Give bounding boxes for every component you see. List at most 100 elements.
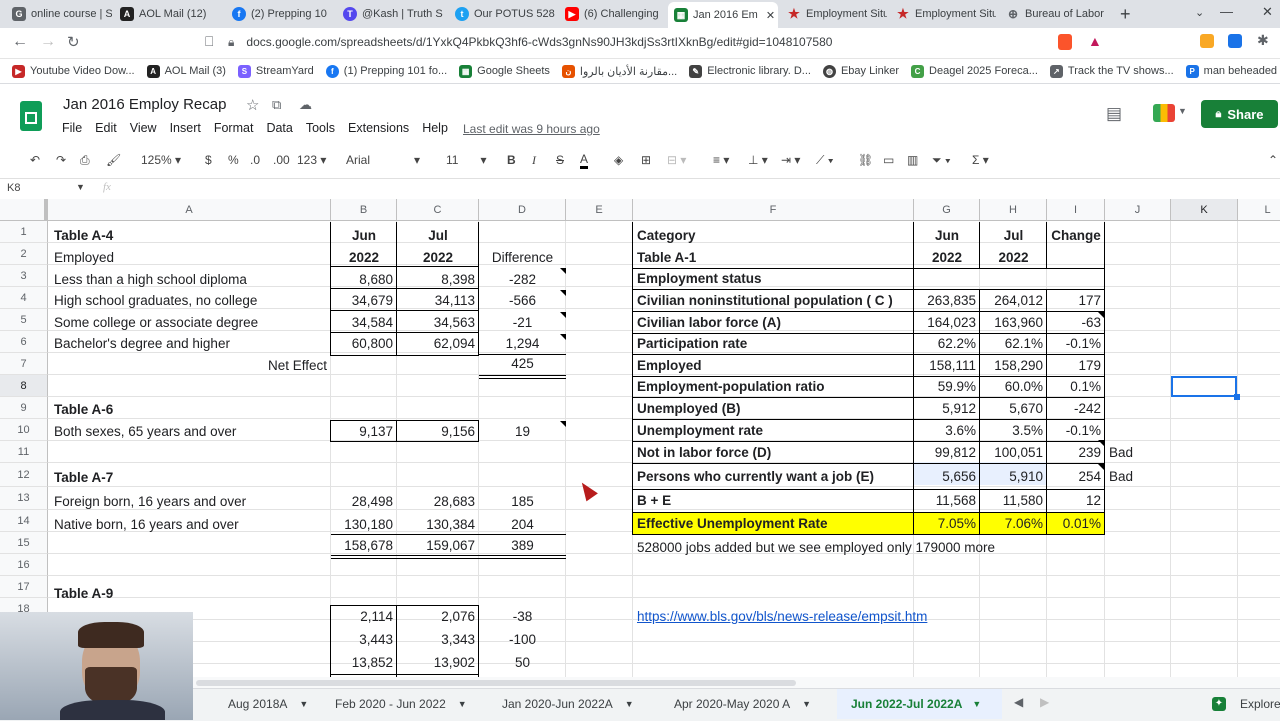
column-header-e[interactable]: E bbox=[566, 199, 633, 221]
browser-tab[interactable]: ★ Employment Situ bbox=[896, 3, 996, 25]
row-header[interactable]: 13 bbox=[0, 487, 48, 510]
extension-icon[interactable] bbox=[1200, 34, 1214, 48]
column-header-g[interactable]: G bbox=[914, 199, 980, 221]
browser-tab[interactable]: A AOL Mail (12) bbox=[120, 3, 220, 25]
row-header[interactable]: 1 bbox=[0, 221, 48, 243]
browser-tab[interactable]: ★ Employment Situ bbox=[787, 3, 887, 25]
close-icon[interactable]: ✕ bbox=[766, 9, 775, 22]
window-close-icon[interactable]: ✕ bbox=[1262, 4, 1273, 20]
menu-format[interactable]: Format bbox=[214, 121, 254, 135]
font-size-select[interactable]: 11 ▾ bbox=[446, 153, 487, 167]
bookmark-item[interactable]: A AOL Mail (3) bbox=[146, 64, 226, 78]
filter-icon[interactable]: ⏷ ▾ bbox=[932, 153, 951, 168]
bookmark-item[interactable]: ▦ Google Sheets bbox=[459, 64, 550, 78]
column-header-f[interactable]: F bbox=[633, 199, 914, 221]
column-header-l[interactable]: L bbox=[1238, 199, 1280, 221]
bookmark-item[interactable]: f (1) Prepping 101 fo... bbox=[325, 64, 447, 78]
browser-tab[interactable]: t Our POTUS 528 bbox=[455, 3, 555, 25]
address-bar[interactable]: 🔒︎ docs.google.com/spreadsheets/d/1YxkQ4… bbox=[228, 31, 1228, 53]
forward-icon[interactable]: → bbox=[40, 33, 56, 51]
reload-icon[interactable]: ↻ bbox=[67, 33, 80, 51]
text-color-icon[interactable]: A bbox=[580, 152, 589, 169]
bookmark-item[interactable]: Pman beheaded - P bbox=[1185, 64, 1280, 78]
row-header[interactable]: 3 bbox=[0, 265, 48, 287]
chevron-down-icon[interactable]: ▼ bbox=[458, 699, 467, 709]
redo-icon[interactable]: ↷ bbox=[56, 153, 66, 167]
column-header-d[interactable]: D bbox=[479, 199, 566, 221]
font-select[interactable]: Arial ▾ bbox=[346, 153, 420, 167]
fill-color-icon[interactable]: ◈ bbox=[614, 153, 623, 167]
horizontal-align-icon[interactable]: ≡ ▾ bbox=[713, 153, 729, 167]
document-title[interactable]: Jan 2016 Employ Recap bbox=[63, 96, 226, 113]
chevron-down-icon[interactable]: ▼ bbox=[299, 699, 308, 709]
bookmark-item[interactable]: ◍ Ebay Linker bbox=[822, 64, 899, 78]
sheets-logo-icon[interactable] bbox=[20, 101, 42, 131]
browser-tab[interactable]: ⊕ Bureau of Labor bbox=[1006, 3, 1106, 25]
back-icon[interactable]: ← bbox=[12, 33, 28, 51]
tab-search-icon[interactable]: ⌄ bbox=[1195, 6, 1204, 19]
zoom-select[interactable]: 125% ▾ bbox=[141, 153, 181, 167]
column-header-i[interactable]: I bbox=[1047, 199, 1105, 221]
menu-tools[interactable]: Tools bbox=[306, 121, 335, 135]
menu-file[interactable]: File bbox=[62, 121, 82, 135]
brave-rewards-icon[interactable]: ▲ bbox=[1088, 33, 1102, 49]
chevron-down-icon[interactable]: ▼ bbox=[972, 699, 981, 709]
sheet-tab[interactable]: Feb 2020 - Jun 2022 ▼ bbox=[324, 689, 490, 719]
bookmark-item[interactable]: ن مقارنة الأديان بالروا... bbox=[561, 64, 677, 78]
menu-help[interactable]: Help bbox=[422, 121, 448, 135]
column-header-j[interactable]: J bbox=[1105, 199, 1171, 221]
row-header[interactable]: 16 bbox=[0, 554, 48, 576]
paint-format-icon[interactable]: 🖌︎ bbox=[106, 153, 121, 167]
menu-extensions[interactable]: Extensions bbox=[348, 121, 409, 135]
italic-icon[interactable]: I bbox=[532, 153, 536, 168]
row-header[interactable]: 8 bbox=[0, 375, 48, 397]
meet-icon[interactable] bbox=[1153, 104, 1175, 122]
comment-history-icon[interactable]: ▤ bbox=[1106, 104, 1122, 124]
insert-link-icon[interactable]: ⛓ bbox=[858, 153, 873, 167]
menu-edit[interactable]: Edit bbox=[95, 121, 117, 135]
merge-cells-icon[interactable]: ⊟ ▾ bbox=[667, 153, 686, 167]
new-tab-icon[interactable]: + bbox=[1120, 4, 1131, 25]
move-folder-icon[interactable]: ⧉ bbox=[272, 97, 281, 113]
bls-link[interactable]: https://www.bls.gov/bls/news-release/emp… bbox=[633, 605, 931, 627]
sheet-tab[interactable]: Apr 2020-May 2020 A ▼ bbox=[662, 689, 837, 719]
menu-view[interactable]: View bbox=[130, 121, 157, 135]
bookmark-item[interactable]: ▶ Youtube Video Dow... bbox=[12, 64, 135, 78]
number-format-select[interactable]: 123 ▾ bbox=[297, 153, 326, 167]
selected-cell-k8[interactable] bbox=[1171, 376, 1237, 397]
column-header-h[interactable]: H bbox=[980, 199, 1047, 221]
browser-tab[interactable]: T @Kash | Truth Sc bbox=[343, 3, 443, 25]
row-header[interactable]: 4 bbox=[0, 287, 48, 309]
translate-icon[interactable] bbox=[1228, 34, 1242, 48]
scroll-right-icon[interactable]: ▶ bbox=[1040, 695, 1049, 709]
bold-icon[interactable]: B bbox=[507, 153, 516, 167]
browser-tab-active[interactable]: ▦ Jan 2016 Em ✕ bbox=[668, 2, 778, 28]
formula-input[interactable] bbox=[125, 179, 1275, 197]
increase-decimal-button[interactable]: .00 bbox=[273, 153, 290, 167]
share-button[interactable]: 🔒︎ Share bbox=[1201, 100, 1278, 128]
chevron-down-icon[interactable]: ▼ bbox=[76, 182, 85, 192]
explore-icon[interactable]: ✦ bbox=[1212, 697, 1226, 711]
row-header[interactable]: 6 bbox=[0, 331, 48, 353]
row-header[interactable]: 9 bbox=[0, 397, 48, 419]
row-header[interactable]: 7 bbox=[0, 353, 48, 375]
bookmark-item[interactable]: C Deagel 2025 Foreca... bbox=[911, 64, 1038, 78]
decrease-decimal-button[interactable]: .0 bbox=[250, 153, 260, 167]
name-box[interactable]: K8 bbox=[7, 182, 20, 194]
sheet-tab[interactable]: Jan 2020-Jun 2022A ▼ bbox=[490, 689, 662, 719]
row-header[interactable]: 14 bbox=[0, 510, 48, 532]
column-header-b[interactable]: B bbox=[331, 199, 397, 221]
column-header-k[interactable]: K bbox=[1171, 199, 1238, 221]
extensions-puzzle-icon[interactable]: ✱ bbox=[1257, 32, 1269, 49]
print-icon[interactable]: ⎙ bbox=[80, 153, 90, 168]
vertical-align-icon[interactable]: ⊥ ▾ bbox=[748, 153, 768, 167]
chevron-down-icon[interactable]: ▼ bbox=[802, 699, 811, 709]
text-wrap-icon[interactable]: ⇥ ▾ bbox=[781, 153, 800, 167]
percent-format-button[interactable]: % bbox=[228, 153, 239, 167]
bookmark-icon[interactable]: ⎕ bbox=[205, 33, 213, 50]
undo-icon[interactable]: ↶ bbox=[30, 153, 40, 167]
scrollbar-thumb[interactable] bbox=[196, 680, 796, 686]
bookmark-item[interactable]: ✎ Electronic library. D... bbox=[689, 64, 811, 78]
row-header[interactable]: 15 bbox=[0, 532, 48, 554]
insert-comment-icon[interactable]: ▭ bbox=[883, 153, 894, 167]
